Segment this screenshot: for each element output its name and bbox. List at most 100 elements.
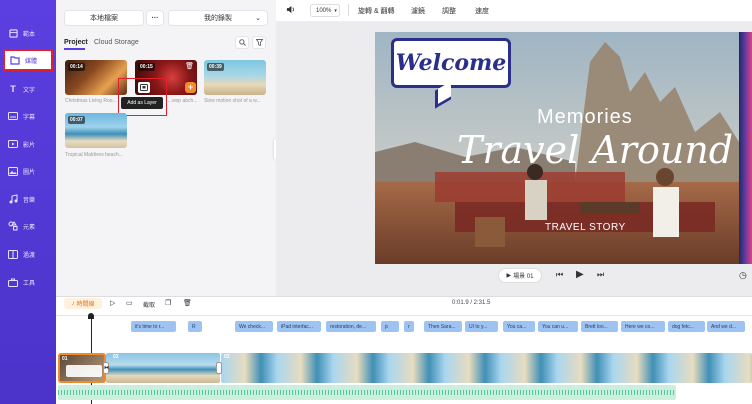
chevron-down-icon: ▾	[334, 7, 337, 14]
next-button[interactable]: ⏭	[597, 270, 604, 280]
subtitle-chip[interactable]: You ca...	[503, 321, 535, 332]
image-icon	[8, 166, 18, 176]
subtitle-chip[interactable]: p	[381, 321, 399, 332]
zoom-select[interactable]: 100% ▾	[310, 4, 340, 17]
sidebar-item-tools[interactable]: 工具	[3, 271, 53, 293]
timeline-mode-button[interactable]: ♪ 時間線	[64, 298, 102, 309]
subtitles-icon	[8, 111, 18, 121]
media-caption: Tropical Maldives beach...	[65, 152, 123, 158]
subtitle-chip[interactable]: We check...	[235, 321, 273, 332]
welcome-sticker[interactable]: Welcome	[391, 38, 511, 88]
subtitle-chip[interactable]: And we d...	[707, 321, 745, 332]
duration-badge: 00:39	[207, 63, 224, 71]
sidebar-item-music[interactable]: 音樂	[3, 188, 53, 210]
subtitle-chip[interactable]: Here we co...	[621, 321, 665, 332]
sidebar-item-label: 媒體	[25, 58, 38, 65]
subtitle-chip[interactable]: it's time to r...	[131, 321, 176, 332]
scene-selector[interactable]: ▶ 場景 01	[498, 268, 542, 283]
time-readout: 0:01.9 / 2:31.5	[452, 300, 491, 306]
subtitle-chip[interactable]: UI to y...	[465, 321, 498, 332]
timeline-mode-label: 時間線	[76, 302, 95, 308]
transition-marker[interactable]: ⧓	[103, 362, 109, 374]
travel-story-text[interactable]: TRAVEL STORY	[545, 222, 626, 233]
delete-button[interactable]: 🗑	[183, 299, 192, 307]
sidebar-item-elements[interactable]: 元素	[3, 215, 53, 237]
sidebar-item-label: 字幕	[23, 114, 36, 121]
add-as-layer-button[interactable]	[138, 82, 150, 93]
fullscreen-button[interactable]: ◷	[739, 270, 747, 281]
media-folder-icon	[10, 55, 20, 65]
media-thumbnail[interactable]: 00:39	[204, 60, 266, 95]
text-icon: T	[10, 84, 16, 94]
split-button[interactable]: 截取	[143, 300, 155, 309]
time-ruler[interactable]	[56, 312, 752, 316]
video-canvas[interactable]: Welcome Memories Travel Around TRAVEL ST…	[375, 32, 739, 264]
sidebar-item-transitions[interactable]: 過渡	[3, 243, 53, 265]
video-icon	[8, 139, 18, 149]
sidebar-item-template[interactable]: 範本	[3, 22, 53, 44]
my-recordings-button[interactable]: 我的錄製 ⌄	[168, 10, 268, 26]
music-icon	[8, 194, 18, 204]
sidebar-item-images[interactable]: 圖片	[3, 160, 53, 182]
play-button[interactable]: ▶	[576, 269, 584, 280]
transitions-icon	[8, 249, 18, 259]
audio-track[interactable]	[58, 385, 676, 400]
memories-text[interactable]: Memories	[537, 106, 633, 129]
more-options-button[interactable]: ···	[146, 10, 164, 26]
clip-01[interactable]: 01	[58, 353, 106, 383]
subtitle-chip[interactable]: dog fetc...	[668, 321, 705, 332]
subtitle-chip[interactable]: R	[188, 321, 202, 332]
elements-icon	[8, 221, 18, 231]
tab-project[interactable]: Project	[64, 39, 88, 46]
sidebar-item-text[interactable]: T 文字	[3, 78, 53, 100]
my-recordings-label: 我的錄製	[204, 15, 232, 22]
duplicate-button[interactable]: ❐	[165, 299, 171, 307]
sidebar-item-label: 圖片	[23, 169, 36, 176]
copy-icon: ❐	[165, 300, 172, 307]
sidebar-item-label: 過渡	[23, 252, 36, 259]
play-small-icon: ▶	[506, 273, 512, 279]
caption-button[interactable]: ▭	[126, 299, 133, 307]
filters-button[interactable]: 濾鏡	[411, 6, 425, 16]
sidebar-item-label: 文字	[23, 87, 36, 94]
adjust-button[interactable]: 調整	[442, 6, 456, 16]
sidebar-item-media[interactable]: 媒體	[3, 49, 53, 71]
clock-icon: ◷	[739, 270, 747, 280]
speed-button[interactable]: 速度	[475, 6, 489, 16]
active-tab-indicator	[64, 48, 85, 50]
tab-label: Cloud Storage	[94, 39, 139, 46]
tools-icon	[8, 277, 18, 287]
sidebar-item-subtitles[interactable]: 字幕	[3, 105, 53, 127]
search-button[interactable]	[235, 36, 249, 49]
clip-02[interactable]: 02	[106, 353, 220, 383]
travel-around-text[interactable]: Travel Around	[457, 128, 733, 172]
subtitle-chip[interactable]: Brett loo...	[581, 321, 618, 332]
local-files-button[interactable]: 本地檔案	[64, 10, 144, 26]
trash-icon: 🗑	[183, 300, 192, 307]
volume-button[interactable]	[286, 5, 295, 16]
play-timeline-button[interactable]: ▷	[110, 299, 115, 307]
clip-03[interactable]: 03	[221, 353, 752, 383]
duration-badge: 00:15	[138, 63, 155, 71]
music-note-icon: ♪	[71, 300, 75, 307]
media-thumbnail[interactable]: 00:07	[65, 113, 127, 148]
tab-cloud-storage[interactable]: Cloud Storage	[94, 39, 139, 46]
sidebar-item-video[interactable]: 影片	[3, 133, 53, 155]
subtitle-chip[interactable]: Then Sara...	[424, 321, 462, 332]
filter-button[interactable]	[252, 36, 266, 49]
transition-marker[interactable]	[216, 362, 222, 374]
subtitle-chip[interactable]: restoration, de...	[326, 321, 376, 332]
sidebar-item-label: 影片	[23, 142, 36, 149]
play-icon: ▶	[576, 269, 584, 280]
chevron-down-icon: ⌄	[255, 15, 261, 22]
tab-label: Project	[64, 39, 88, 46]
subtitle-chip[interactable]: You can u...	[538, 321, 578, 332]
delete-icon[interactable]: 🗑	[185, 62, 194, 70]
subtitle-chip[interactable]: r	[404, 321, 414, 332]
rotate-flip-button[interactable]: 旋轉 & 翻轉	[358, 6, 395, 16]
previous-button[interactable]: ⏮	[556, 270, 563, 280]
template-icon	[8, 28, 18, 38]
audio-waveform	[58, 390, 676, 395]
add-button[interactable]: +	[185, 82, 196, 93]
subtitle-chip[interactable]: iPad interfac...	[277, 321, 321, 332]
